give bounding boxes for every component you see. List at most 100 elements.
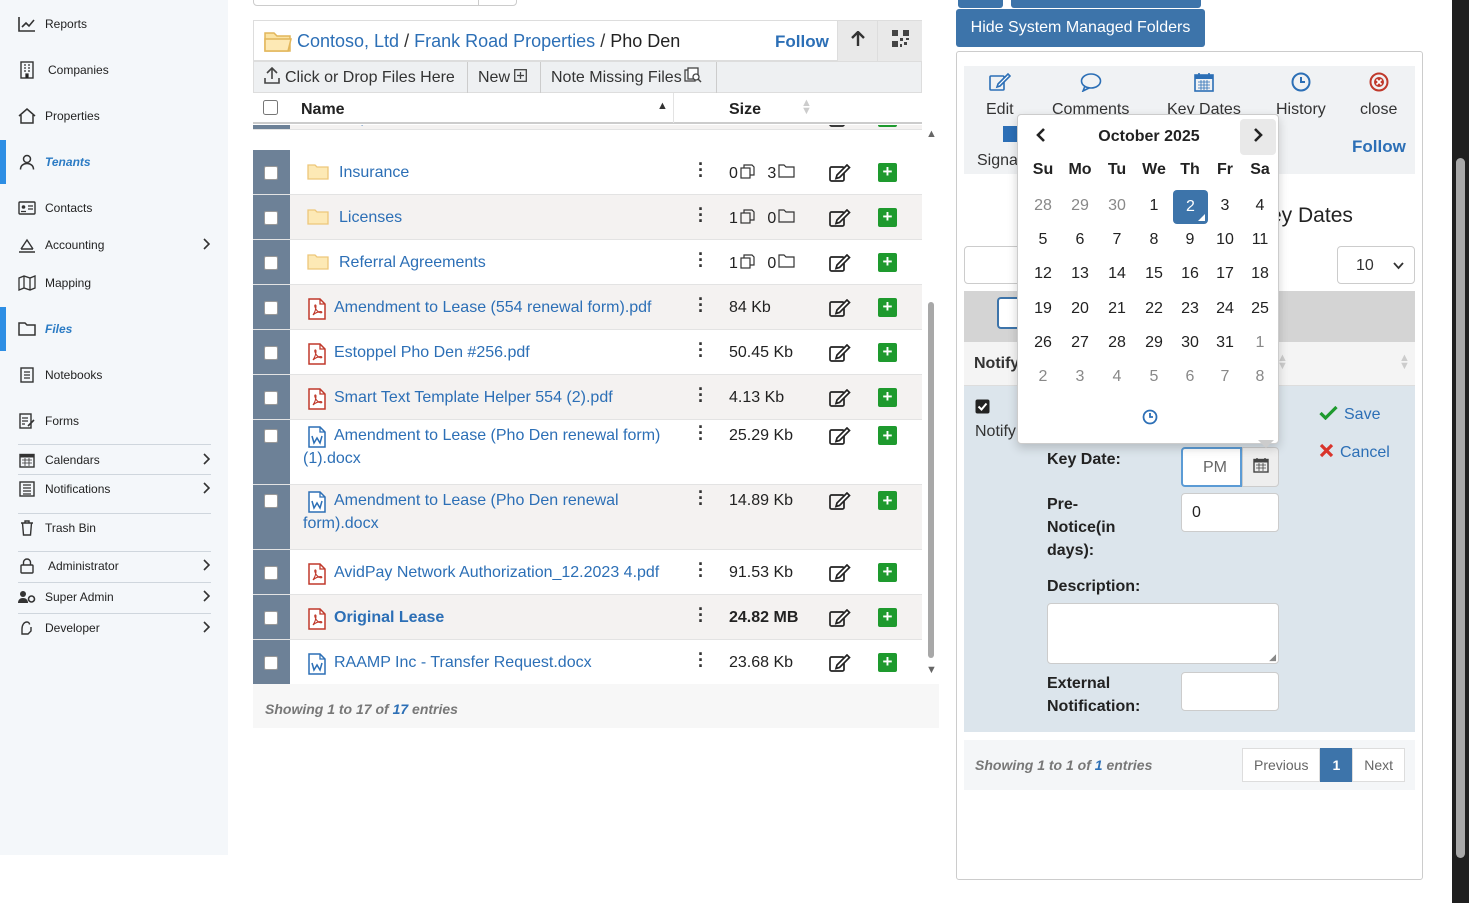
sidebar-item-contacts[interactable]: Contacts xyxy=(0,193,228,223)
page-scrollbar[interactable] xyxy=(1452,0,1469,903)
row-checkbox[interactable] xyxy=(264,429,278,443)
add-icon[interactable]: + xyxy=(878,607,897,627)
datepicker-day[interactable]: 12 xyxy=(1026,258,1060,290)
kebab-menu-icon[interactable]: · · · xyxy=(698,483,704,513)
add-icon[interactable]: + xyxy=(878,387,897,407)
sidebar-item-trash-bin[interactable]: Trash Bin xyxy=(0,513,228,543)
kebab-menu-icon[interactable]: · · · xyxy=(698,335,704,365)
row-checkbox[interactable] xyxy=(264,300,278,315)
add-icon[interactable]: + xyxy=(878,426,897,445)
table-row[interactable]: RAAMP Inc - Transfer Request.docx · · · 23.6… xyxy=(253,640,922,684)
edit-icon[interactable] xyxy=(829,208,851,232)
col-name[interactable]: Name xyxy=(301,101,345,119)
datepicker-day[interactable]: 24 xyxy=(1208,293,1242,325)
edit-icon[interactable] xyxy=(829,426,851,450)
datepicker-day[interactable]: 16 xyxy=(1173,258,1207,290)
datepicker-day[interactable]: 28 xyxy=(1026,190,1060,222)
file-name-link[interactable]: RAAMP Inc - Transfer Request.docx xyxy=(334,651,592,674)
sort-both-icon[interactable]: ▲ ▼ xyxy=(801,98,812,117)
edit-action[interactable]: Edit xyxy=(986,72,1014,119)
qr-code-button[interactable] xyxy=(877,21,922,61)
add-icon[interactable]: + xyxy=(878,297,897,317)
datepicker-day[interactable]: 1 xyxy=(1137,190,1171,222)
scroll-up-icon[interactable]: ▲ xyxy=(926,128,937,140)
external-notification-input[interactable] xyxy=(1181,672,1279,711)
kebab-menu-icon[interactable]: · · · xyxy=(698,600,704,630)
add-icon[interactable]: + xyxy=(878,562,897,582)
datepicker-day[interactable]: 4 xyxy=(1243,190,1277,222)
datepicker-day[interactable]: 8 xyxy=(1243,361,1277,393)
datepicker-day[interactable]: 28 xyxy=(1100,327,1134,359)
file-name-link[interactable]: Amendment to Lease (Pho Den renewal form… xyxy=(303,424,660,470)
breadcrumb-contoso[interactable]: Contoso, Ltd xyxy=(297,31,399,51)
datepicker-day[interactable]: 18 xyxy=(1243,258,1277,290)
col-notify[interactable]: Notify xyxy=(974,355,1019,373)
sidebar-item-tenants[interactable]: Tenants xyxy=(0,140,228,184)
file-name-link[interactable]: AvidPay Network Authorization_12.2023 4.… xyxy=(334,561,659,584)
edit-icon[interactable] xyxy=(829,608,851,632)
resize-handle-icon[interactable]: ◢ xyxy=(1269,652,1276,663)
file-name-link[interactable]: Referral Agreements xyxy=(339,251,486,274)
key-date-input[interactable]: PM xyxy=(1181,447,1242,487)
sidebar-item-companies[interactable]: Companies xyxy=(0,55,228,85)
kebab-menu-icon[interactable]: · · · xyxy=(698,155,704,185)
add-icon[interactable]: + xyxy=(878,207,897,227)
kebab-menu-icon[interactable]: · · · xyxy=(698,418,704,448)
hide-system-folders-button[interactable]: Hide System Managed Folders xyxy=(956,9,1205,47)
sidebar-item-mapping[interactable]: Mapping xyxy=(0,268,228,298)
sidebar-item-notifications[interactable]: Notifications xyxy=(0,474,228,504)
sidebar-item-notebooks[interactable]: Notebooks xyxy=(0,360,228,390)
key-dates-action[interactable]: Key Dates xyxy=(1167,72,1241,119)
table-row[interactable]: Inspection···1 0+ xyxy=(253,125,922,130)
breadcrumb-frank-road[interactable]: Frank Road Properties xyxy=(414,31,595,51)
sidebar-item-developer[interactable]: Developer xyxy=(0,613,228,643)
datepicker-day[interactable]: 29 xyxy=(1137,327,1171,359)
datepicker-day[interactable]: 2 xyxy=(1026,361,1060,393)
table-row[interactable]: Smart Text Template Helper 554 (2).pdf · ·… xyxy=(253,375,922,420)
file-name-link[interactable]: Estoppel Pho Den #256.pdf xyxy=(334,341,530,364)
file-list-scrollbar[interactable]: ▲ ▼ xyxy=(924,128,938,680)
table-row[interactable]: Licenses · · · 1 0 + xyxy=(253,195,922,240)
datepicker-day[interactable]: 23 xyxy=(1173,293,1207,325)
datepicker-day[interactable]: 5 xyxy=(1026,224,1060,256)
row-checkbox[interactable] xyxy=(264,494,278,508)
comments-action[interactable]: Comments xyxy=(1052,72,1129,119)
history-action[interactable]: History xyxy=(1276,72,1326,119)
sidebar-item-accounting[interactable]: Accounting xyxy=(0,230,228,260)
datepicker-day[interactable]: 30 xyxy=(1173,327,1207,359)
row-checkbox[interactable] xyxy=(264,345,278,360)
file-name-link[interactable]: Original Lease xyxy=(334,606,444,629)
datepicker-day[interactable]: 22 xyxy=(1137,293,1171,325)
kebab-menu-icon[interactable]: · · · xyxy=(698,200,704,230)
scroll-down-icon[interactable]: ▼ xyxy=(926,664,937,676)
top-button-1[interactable] xyxy=(958,0,1003,8)
follow-button[interactable]: Follow xyxy=(775,32,829,52)
add-icon[interactable]: + xyxy=(878,125,897,127)
datepicker-day[interactable]: 11 xyxy=(1243,224,1277,256)
edit-icon[interactable] xyxy=(829,298,851,322)
edit-icon[interactable] xyxy=(829,653,851,677)
pager-previous[interactable]: Previous xyxy=(1242,748,1321,782)
datepicker-day[interactable]: 29 xyxy=(1063,190,1097,222)
table-row[interactable]: AvidPay Network Authorization_12.2023 4.… xyxy=(253,550,922,595)
prenotice-input[interactable]: 0 xyxy=(1181,493,1279,532)
new-button[interactable]: New xyxy=(468,62,541,93)
add-icon[interactable]: + xyxy=(878,162,897,182)
kebab-menu-icon[interactable]: · · · xyxy=(698,245,704,275)
file-name-link[interactable]: Inspection xyxy=(339,125,412,129)
col-size[interactable]: Size xyxy=(729,101,761,119)
row-checkbox[interactable] xyxy=(264,165,278,180)
datepicker-day[interactable]: 21 xyxy=(1100,293,1134,325)
datepicker-day-selected[interactable]: 2 xyxy=(1173,190,1208,224)
datepicker-day[interactable]: 14 xyxy=(1100,258,1134,290)
file-name-link[interactable]: Insurance xyxy=(339,161,409,184)
edit-icon[interactable] xyxy=(829,163,851,187)
row-checkbox[interactable] xyxy=(264,210,278,225)
close-action[interactable]: close xyxy=(1360,72,1397,119)
datepicker-day[interactable]: 6 xyxy=(1173,361,1207,393)
datepicker-day[interactable]: 30 xyxy=(1100,190,1134,222)
datepicker-day[interactable]: 7 xyxy=(1208,361,1242,393)
datepicker-day[interactable]: 26 xyxy=(1026,327,1060,359)
edit-icon[interactable] xyxy=(829,563,851,587)
sidebar-item-calendars[interactable]: Calendars xyxy=(0,445,228,475)
